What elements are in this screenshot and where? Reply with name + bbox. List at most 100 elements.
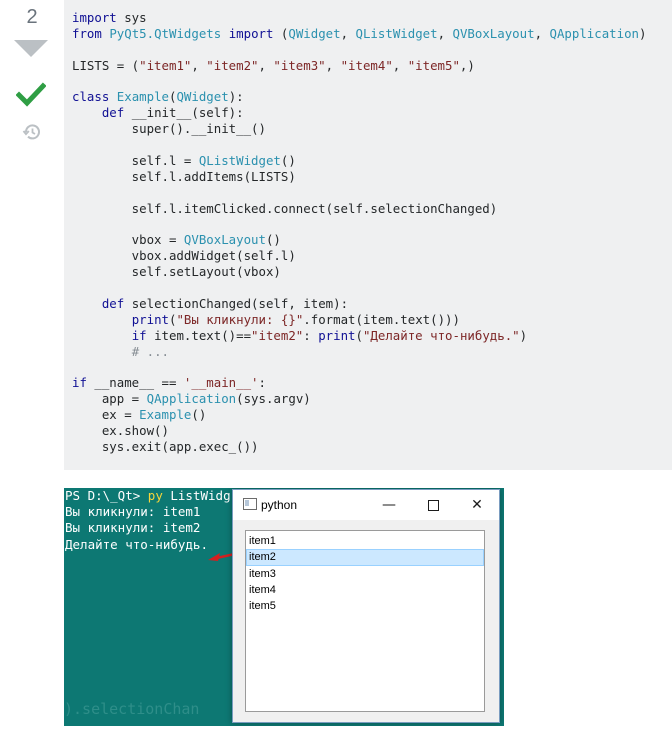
embedded-screenshot: PS D:\_Qt> py ListWidg Вы кликнули: item… — [64, 488, 504, 726]
vote-count: 2 — [26, 6, 38, 28]
close-button[interactable]: ✕ — [455, 490, 499, 520]
list-item[interactable]: item1 — [246, 533, 484, 549]
code-token: , — [392, 57, 408, 73]
window-titlebar[interactable]: python — ✕ — [233, 490, 499, 520]
code-token: QVBoxLayout — [183, 232, 266, 248]
terminal-prompt: PS D:\_Qt> — [65, 488, 148, 503]
code-token: "item3" — [273, 57, 326, 73]
list-item-selected[interactable]: item2 — [246, 549, 484, 566]
code-token: app = — [72, 391, 147, 407]
code-token: sys.exit(app.exec_()) — [72, 439, 259, 455]
code-line: self.l = QListWidget() — [72, 153, 664, 169]
code-token: if — [131, 327, 147, 343]
code-token: self.l.addItems(LISTS) — [72, 168, 296, 184]
code-token: QApplication — [549, 25, 640, 41]
code-line: vbox.addWidget(self.l) — [72, 248, 664, 264]
code-token: .format(item.text())) — [303, 311, 460, 327]
code-token: : — [258, 375, 266, 391]
code-token: __init__(self): — [124, 105, 244, 121]
code-token: () — [280, 153, 296, 169]
code-token: import — [72, 10, 117, 25]
code-token: "item2" — [206, 57, 259, 73]
code-token: (sys.argv) — [236, 391, 311, 407]
code-token: def — [101, 296, 125, 312]
code-token: item.text()== — [146, 327, 252, 343]
code-token: "Вы кликнули: {}" — [176, 311, 304, 327]
code-token: QApplication — [146, 391, 237, 407]
terminal-ghost-text: ).selectionChan — [64, 700, 200, 718]
code-line: app = QApplication(sys.argv) — [72, 391, 664, 407]
code-line: import sys — [72, 10, 664, 26]
code-token: "item5" — [407, 57, 460, 73]
close-icon: ✕ — [471, 497, 483, 513]
code-token: , — [534, 25, 550, 41]
code-line: LISTS = ("item1", "item2", "item3", "ite… — [72, 58, 664, 74]
qt-window: python — ✕ item1 item2 item3 item4 item5 — [232, 489, 500, 723]
code-token: ( — [355, 327, 363, 343]
history-icon[interactable] — [22, 122, 42, 142]
code-token: ) — [639, 25, 647, 41]
code-token: , — [340, 25, 356, 41]
code-token: , — [191, 57, 207, 73]
code-token: print — [131, 311, 169, 327]
code-token: "item4" — [340, 57, 393, 73]
code-line: ex = Example() — [72, 407, 664, 423]
code-token: vbox = — [72, 232, 184, 248]
code-token: ( — [273, 25, 289, 41]
code-token: () — [265, 232, 281, 248]
code-token: QVBoxLayout — [452, 25, 535, 41]
vote-column: 2 — [0, 0, 64, 160]
code-token: class — [72, 89, 110, 105]
minimize-button[interactable]: — — [367, 490, 411, 520]
code-line: def __init__(self): — [72, 105, 664, 121]
code-line: from PyQt5.QtWidgets import (QWidget, QL… — [72, 26, 664, 42]
code-token: if — [72, 375, 87, 391]
code-token: self.l = — [72, 153, 199, 169]
list-item[interactable]: item4 — [246, 582, 484, 598]
code-token: ex.show() — [72, 423, 169, 439]
terminal-command: py — [147, 488, 163, 503]
code-token: import — [228, 25, 274, 41]
minimize-icon: — — [382, 497, 396, 513]
list-widget[interactable]: item1 item2 item3 item4 item5 — [245, 530, 485, 712]
code-line: self.l.addItems(LISTS) — [72, 169, 664, 185]
triangle-down-icon[interactable] — [14, 40, 48, 57]
code-line: print("Вы кликнули: {}".format(item.text… — [72, 312, 664, 328]
code-token: '__main__' — [183, 375, 259, 391]
code-token: "item2" — [251, 327, 304, 343]
list-item[interactable]: item3 — [246, 566, 484, 582]
code-line: # ... — [72, 344, 664, 360]
code-token: self.l.itemClicked.connect(self.selectio… — [72, 200, 498, 216]
code-token: ) — [519, 327, 528, 343]
code-token: , — [437, 25, 453, 41]
code-token: Example — [116, 89, 169, 105]
code-token: print — [318, 327, 356, 343]
code-line: if item.text()=="item2": print("Делайте … — [72, 328, 664, 344]
code-token: # ... — [131, 343, 169, 359]
code-token: selectionChanged(self, item): — [124, 296, 349, 312]
list-item[interactable]: item5 — [246, 598, 484, 614]
window-app-icon — [243, 498, 257, 510]
code-token: ex = — [72, 407, 140, 423]
code-token: QWidget — [288, 25, 341, 41]
code-token: ,) — [459, 57, 475, 73]
code-token: __name__ == — [86, 375, 184, 391]
maximize-icon — [427, 499, 439, 511]
code-token: from — [72, 25, 102, 41]
checkmark-icon[interactable] — [16, 82, 46, 108]
code-token: : — [303, 327, 319, 343]
code-token: , — [258, 57, 274, 73]
code-token: "item1" — [139, 57, 192, 73]
code-line: sys.exit(app.exec_()) — [72, 439, 664, 455]
maximize-button[interactable] — [411, 490, 455, 520]
